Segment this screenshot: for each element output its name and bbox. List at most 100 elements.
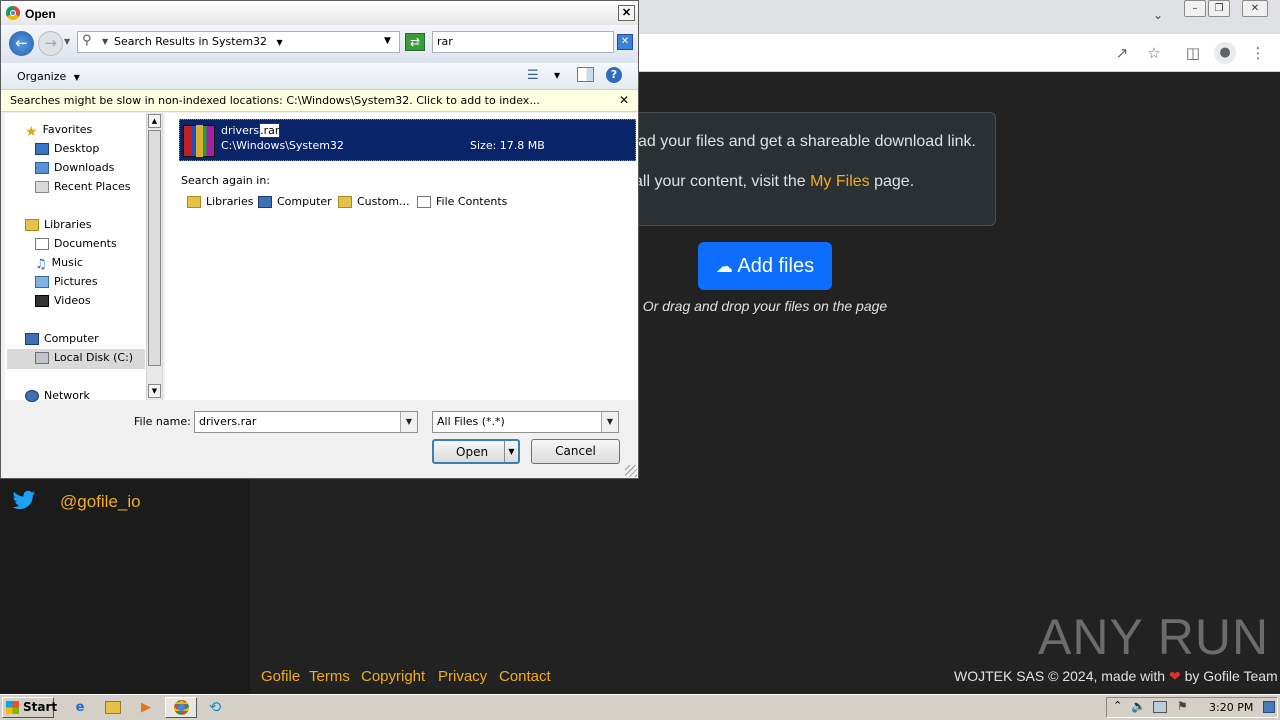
nav-network[interactable]: Network [25, 389, 90, 402]
organize-menu[interactable]: Organize ▼ [17, 70, 80, 83]
copyright-text: WOJTEK SAS © 2024, made with ❤ by Gofile… [954, 668, 1278, 685]
nav-videos[interactable]: Videos [35, 294, 91, 307]
dialog-navbar: ← → ▼ ⚲ ▼ Search Results in System32 ▼ ▼… [1, 25, 638, 63]
refresh-icon[interactable]: ⇄ [405, 33, 425, 51]
nav-local-disk[interactable]: Local Disk (C:) [7, 349, 145, 369]
clear-icon[interactable]: ✕ [617, 34, 633, 50]
nav-music[interactable]: ♫ Music [35, 256, 83, 272]
volume-icon[interactable]: 🔈 [1131, 699, 1146, 713]
computer-icon [258, 196, 272, 208]
index-info-bar[interactable]: Searches might be slow in non-indexed lo… [1, 90, 638, 112]
file-name-dropdown-icon[interactable]: ▼ [400, 412, 417, 432]
action-center-flag-icon[interactable]: ⚑ [1177, 699, 1188, 713]
bookmark-star-icon[interactable]: ☆ [1144, 44, 1164, 62]
media-player-icon[interactable]: ▶ [132, 697, 160, 718]
open-split-dropdown-icon[interactable]: ▼ [504, 441, 518, 462]
open-button[interactable]: Open ▼ [432, 439, 520, 464]
views-dropdown-icon[interactable]: ▼ [554, 71, 560, 80]
restore-button[interactable]: ❐ [1208, 0, 1230, 17]
nav-desktop[interactable]: Desktop [35, 142, 99, 155]
documents-icon [35, 238, 49, 250]
window-close-button[interactable]: ✕ [1242, 0, 1268, 17]
nav-music-label: Music [51, 256, 83, 269]
nav-scrollbar[interactable]: ▲ ▼ [146, 113, 162, 400]
start-button[interactable]: Start [2, 697, 57, 718]
nav-documents[interactable]: Documents [35, 237, 117, 250]
ie-icon[interactable]: e [66, 697, 94, 718]
search-input[interactable]: rar [432, 31, 614, 53]
library-icon [25, 219, 39, 231]
scroll-up-button[interactable]: ▲ [148, 114, 161, 128]
my-files-link[interactable]: My Files [810, 173, 870, 190]
nav-favorites[interactable]: ★ Favorites [25, 123, 92, 140]
info-line-2-end: page. [869, 173, 915, 190]
results-pane: drivers.rar C:\Windows\System32 Size: 17… [165, 113, 638, 400]
dismiss-info-icon[interactable]: ✕ [619, 93, 629, 107]
file-type-select[interactable]: All Files (*.*) ▼ [432, 411, 619, 433]
nav-downloads-label: Downloads [54, 161, 115, 174]
footer-link-terms[interactable]: Terms [309, 668, 350, 685]
nav-libraries[interactable]: Libraries [25, 218, 92, 231]
explorer-icon[interactable] [99, 697, 127, 718]
nav-recent-places[interactable]: Recent Places [35, 180, 131, 193]
info-box: ad your files and get a shareable downlo… [600, 112, 996, 226]
cancel-button[interactable]: Cancel [531, 439, 620, 464]
windows-logo-icon [6, 701, 19, 714]
scroll-down-button[interactable]: ▼ [148, 384, 161, 398]
footer-link-gofile[interactable]: Gofile [261, 668, 300, 685]
close-icon[interactable]: ✕ [618, 5, 635, 21]
back-arrow-icon[interactable]: ← [9, 31, 34, 56]
result-filename-base: drivers [221, 124, 260, 137]
search-again-libraries[interactable]: Libraries [187, 195, 254, 208]
footer-link-copyright[interactable]: Copyright [361, 668, 425, 685]
search-again-label: Search again in: [181, 174, 271, 187]
search-again-file-contents[interactable]: File Contents [417, 195, 507, 208]
nav-pictures[interactable]: Pictures [35, 275, 98, 288]
footer-link-contact[interactable]: Contact [499, 668, 551, 685]
info-line-1: ad your files and get a shareable downlo… [638, 133, 976, 150]
show-desktop-icon[interactable] [1263, 701, 1275, 713]
profile-icon[interactable]: ● [1214, 42, 1236, 64]
tray-expand-icon[interactable]: ⌃ [1113, 699, 1122, 712]
sidepanel-icon[interactable]: ◫ [1183, 44, 1203, 62]
clock[interactable]: 3:20 PM [1209, 701, 1253, 714]
nav-computer[interactable]: Computer [25, 332, 99, 345]
history-dropdown-icon[interactable]: ▼ [64, 37, 70, 46]
heart-icon: ❤ [1168, 668, 1181, 684]
footer-link-privacy[interactable]: Privacy [438, 668, 487, 685]
address-bar[interactable]: ⚲ ▼ Search Results in System32 ▼ ▼ [77, 31, 400, 53]
resize-grip-icon[interactable] [625, 465, 637, 477]
system-tray: ⌃ 🔈 ⚑ 3:20 PM [1106, 697, 1278, 718]
minimize-button[interactable]: – [1184, 0, 1206, 17]
preview-pane-icon[interactable] [577, 67, 594, 82]
tab-list-chevron-icon[interactable]: ⌄ [1153, 8, 1167, 22]
help-icon[interactable]: ? [606, 67, 622, 83]
share-icon[interactable]: ↗ [1112, 44, 1132, 62]
search-again-custom[interactable]: Custom... [338, 195, 410, 208]
address-history-icon[interactable]: ▼ [384, 32, 391, 51]
address-dropdown-icon: ▼ [102, 37, 109, 46]
network-tray-icon[interactable] [1153, 701, 1167, 713]
library-icon [187, 196, 201, 208]
file-type-dropdown-icon[interactable]: ▼ [601, 412, 618, 432]
drag-drop-hint: Or drag and drop your files on the page [642, 298, 888, 314]
open-label: Open [456, 445, 489, 459]
result-item[interactable]: drivers.rar C:\Windows\System32 Size: 17… [179, 119, 636, 161]
kebab-menu-icon[interactable]: ⋮ [1248, 44, 1268, 62]
twitter-icon[interactable] [12, 490, 36, 512]
breadcrumb-chevron-icon[interactable]: ▼ [277, 38, 283, 47]
views-icon[interactable]: ☰ [527, 68, 539, 83]
nav-recent-places-label: Recent Places [54, 180, 131, 193]
edge-icon[interactable]: ⟲ [201, 697, 229, 718]
forward-arrow-icon[interactable]: → [38, 31, 63, 56]
dialog-titlebar: Open ✕ [1, 1, 638, 25]
scroll-thumb[interactable] [148, 130, 161, 366]
navigation-pane: ★ Favorites Desktop Downloads Recent Plac… [5, 113, 163, 402]
nav-downloads[interactable]: Downloads [35, 161, 114, 174]
twitter-link[interactable]: @gofile_io [60, 492, 141, 512]
nav-libraries-label: Libraries [44, 218, 92, 231]
chrome-taskbar-icon[interactable] [165, 697, 197, 718]
add-files-button[interactable]: ☁ Add files [698, 242, 832, 290]
file-name-combobox[interactable]: drivers.rar ▼ [194, 411, 418, 433]
search-again-computer[interactable]: Computer [258, 195, 332, 208]
